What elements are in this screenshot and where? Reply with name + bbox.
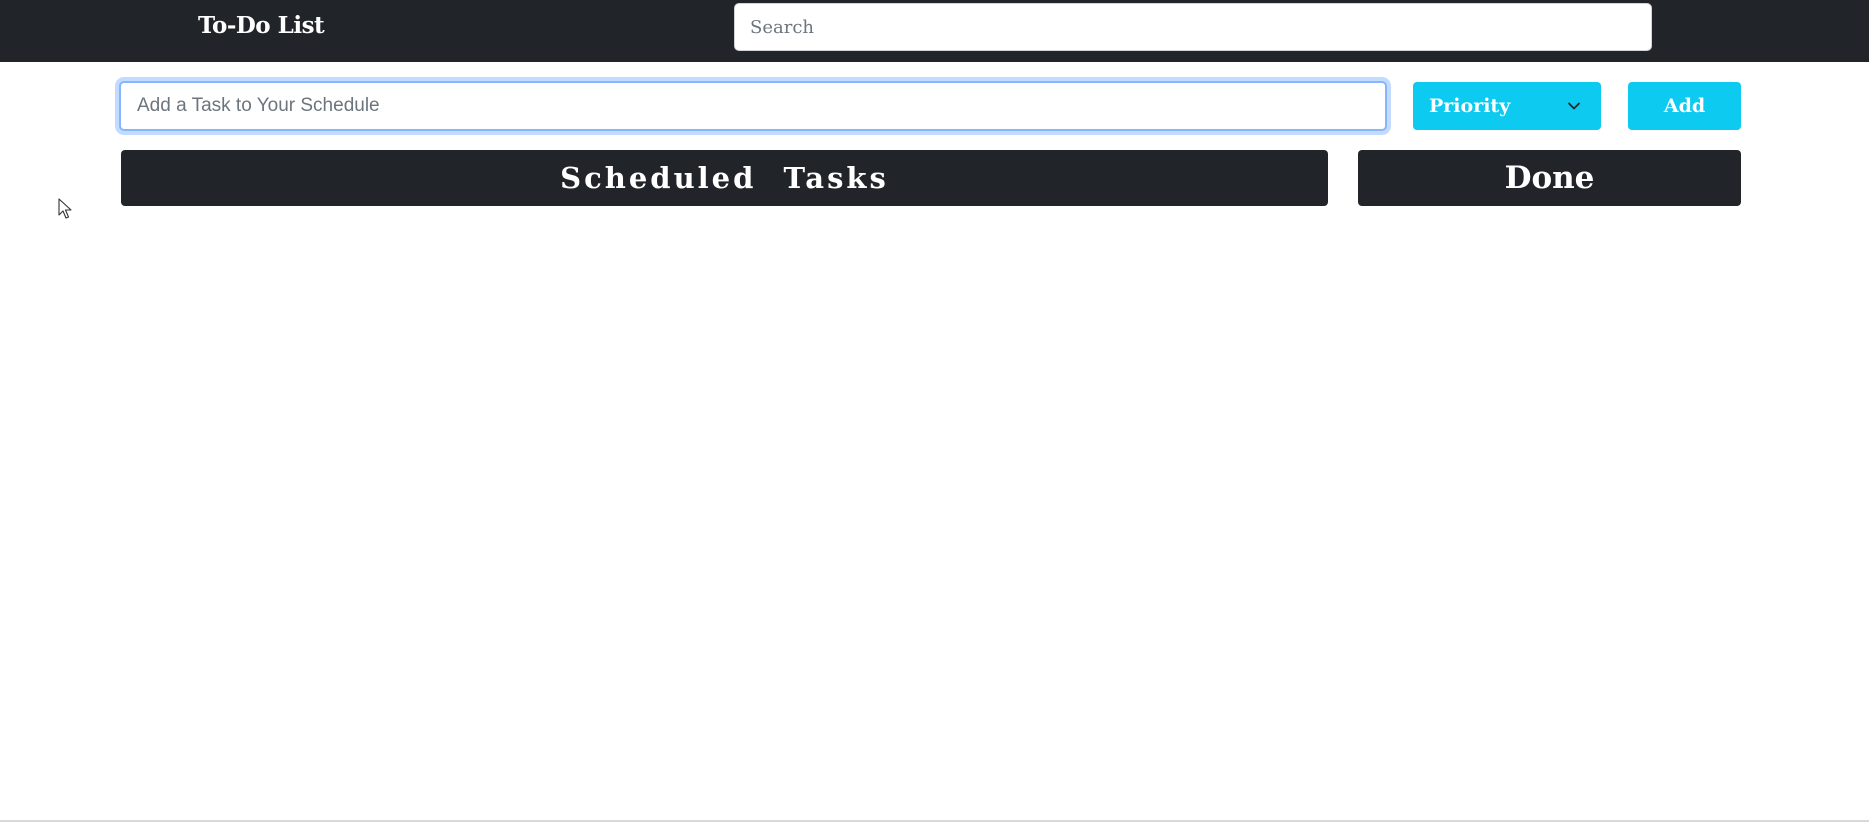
priority-label: Priority — [1429, 95, 1511, 117]
add-task-button[interactable]: Add — [1628, 82, 1741, 130]
task-input[interactable] — [119, 81, 1387, 131]
brand-title[interactable]: To-Do List — [198, 10, 325, 42]
chevron-down-icon — [1568, 102, 1580, 110]
navbar: To-Do List — [0, 0, 1869, 62]
priority-select[interactable]: Priority — [1413, 82, 1601, 130]
mouse-pointer-icon — [58, 198, 72, 219]
scheduled-tasks-header: Scheduled Tasks — [121, 150, 1328, 206]
search-input[interactable] — [734, 3, 1652, 51]
done-header: Done — [1358, 150, 1741, 206]
